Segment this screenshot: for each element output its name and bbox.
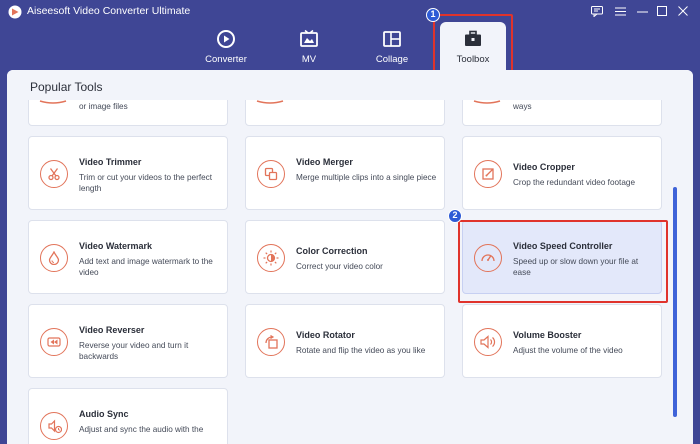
tool-title: Video Watermark bbox=[79, 241, 153, 251]
sun-icon bbox=[257, 244, 285, 272]
volume-icon bbox=[474, 328, 502, 356]
partial-icon bbox=[473, 100, 501, 104]
tab-label: Converter bbox=[205, 54, 247, 65]
tool-card-audio-sync[interactable]: Audio Sync Adjust and sync the audio wit… bbox=[28, 388, 228, 444]
close-icon[interactable] bbox=[675, 4, 691, 18]
tool-card-video-trimmer[interactable]: Video Trimmer Trim or cut your videos to… bbox=[28, 136, 228, 210]
tool-desc: Add text and image watermark to the vide… bbox=[79, 257, 213, 277]
merge-icon bbox=[257, 160, 285, 188]
tool-card-video-merger[interactable]: Video Merger Merge multiple clips into a… bbox=[245, 136, 445, 210]
tab-label: MV bbox=[301, 54, 317, 65]
scissors-icon bbox=[40, 160, 68, 188]
toolbox-highlight-box bbox=[433, 14, 513, 73]
converter-icon bbox=[217, 30, 235, 48]
step-badge-1: 1 bbox=[426, 8, 440, 22]
tool-title: Color Correction bbox=[296, 246, 368, 256]
tab-mv[interactable]: MV bbox=[274, 22, 344, 70]
tool-desc: Reverse your video and turn it backwards bbox=[79, 341, 189, 361]
rewind-icon bbox=[40, 328, 68, 356]
rotate-icon bbox=[257, 328, 285, 356]
tool-title: Video Reverser bbox=[79, 325, 145, 335]
app-logo-icon bbox=[8, 5, 22, 19]
tool-title: Video Trimmer bbox=[79, 157, 142, 167]
scrollbar[interactable] bbox=[673, 187, 677, 417]
speed-controller-highlight-box bbox=[458, 220, 668, 303]
panel-header-bg bbox=[7, 70, 693, 100]
tool-desc: Adjust the volume of the video bbox=[513, 346, 623, 355]
tool-desc: Rotate and flip the video as you like bbox=[296, 346, 426, 355]
tool-desc: ways bbox=[513, 102, 532, 111]
tool-desc: Merge multiple clips into a single piece bbox=[296, 173, 437, 182]
section-title: Popular Tools bbox=[30, 80, 103, 94]
partial-icon bbox=[39, 100, 67, 104]
app-title: Aiseesoft Video Converter Ultimate bbox=[27, 5, 191, 17]
tool-card-volume-booster[interactable]: Volume Booster Adjust the volume of the … bbox=[462, 304, 662, 378]
tab-converter[interactable]: Converter bbox=[191, 22, 261, 70]
audio-sync-icon bbox=[40, 412, 68, 440]
tool-card-video-rotator[interactable]: Video Rotator Rotate and flip the video … bbox=[245, 304, 445, 378]
crop-icon bbox=[474, 160, 502, 188]
partial-icon bbox=[256, 100, 284, 104]
tool-desc: or image files bbox=[79, 102, 128, 111]
tool-desc: Correct your video color bbox=[296, 262, 383, 271]
menu-icon[interactable] bbox=[612, 4, 628, 18]
tool-desc: Crop the redundant video footage bbox=[513, 178, 635, 187]
tool-title: Audio Sync bbox=[79, 409, 129, 419]
droplet-icon bbox=[40, 244, 68, 272]
tool-desc: Adjust and sync the audio with the bbox=[79, 425, 204, 434]
tool-card-color-correction[interactable]: Color Correction Correct your video colo… bbox=[245, 220, 445, 294]
collage-icon bbox=[383, 31, 401, 47]
tool-card-video-watermark[interactable]: Video Watermark Add text and image water… bbox=[28, 220, 228, 294]
step-badge-2: 2 bbox=[448, 209, 462, 223]
title-bar: Aiseesoft Video Converter Ultimate bbox=[0, 0, 700, 24]
tool-desc: Trim or cut your videos to the perfect l… bbox=[79, 173, 213, 193]
tool-title: Volume Booster bbox=[513, 330, 582, 340]
feedback-icon[interactable] bbox=[589, 4, 605, 18]
maximize-icon[interactable] bbox=[654, 4, 670, 18]
tool-title: Video Rotator bbox=[296, 330, 355, 340]
tab-collage[interactable]: Collage bbox=[357, 22, 427, 70]
mv-icon bbox=[300, 29, 318, 47]
tab-label: Collage bbox=[375, 54, 409, 65]
tool-card-video-reverser[interactable]: Video Reverser Reverse your video and tu… bbox=[28, 304, 228, 378]
tool-title: Video Cropper bbox=[513, 162, 575, 172]
tool-card-video-cropper[interactable]: Video Cropper Crop the redundant video f… bbox=[462, 136, 662, 210]
tool-title: Video Merger bbox=[296, 157, 353, 167]
minimize-icon[interactable] bbox=[634, 4, 650, 18]
